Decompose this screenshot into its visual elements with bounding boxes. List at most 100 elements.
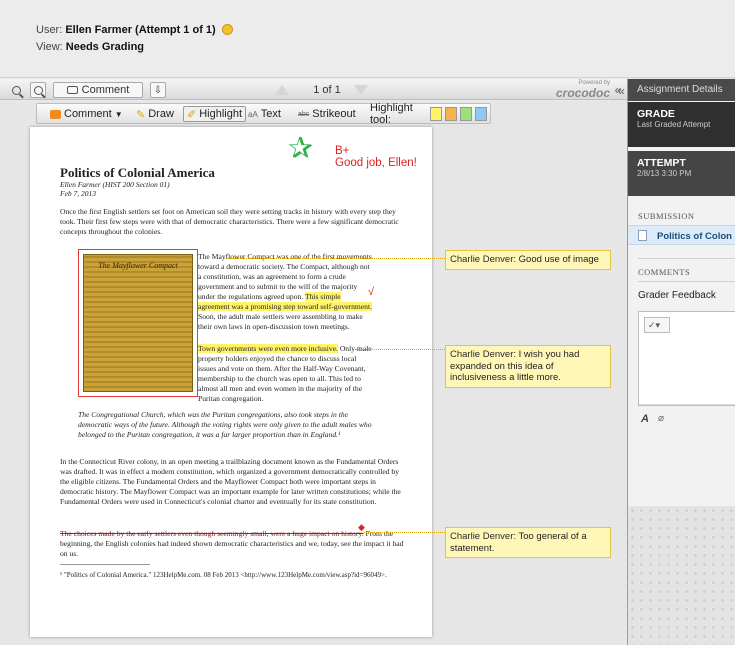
brand-label: crocodoc xyxy=(555,86,610,100)
note-author: Charlie Denver: xyxy=(450,349,516,360)
grade-panel[interactable]: GRADE Last Graded Attempt xyxy=(628,102,735,147)
image-frame: The Mayflower Compact xyxy=(83,254,193,392)
paragraph-2-text: The Mayflower Compact was one of the fir… xyxy=(198,252,372,301)
feedback-editor[interactable]: ✓▾ xyxy=(638,311,735,406)
note-author: Charlie Denver: xyxy=(450,531,516,542)
swatch-blue[interactable] xyxy=(475,107,487,121)
view-row: View: Needs Grading xyxy=(36,41,144,53)
user-row: User: Ellen Farmer (Attempt 1 of 1) xyxy=(36,24,233,36)
assignment-sidebar: Assignment Details GRADE Last Graded Att… xyxy=(618,79,735,645)
margin-note[interactable]: Charlie Denver: Too general of a stateme… xyxy=(445,527,611,558)
sidebar-collapse-icon[interactable]: « xyxy=(618,84,625,98)
comment-tool-label: Comment xyxy=(64,108,112,120)
grade-label: GRADE xyxy=(637,108,675,120)
document-icon xyxy=(638,230,647,241)
user-label: User: xyxy=(36,24,63,36)
swatch-yellow[interactable] xyxy=(430,107,443,121)
block-quote: The Congregational Church, which was the… xyxy=(78,410,372,439)
submission-heading: SUBMISSION xyxy=(638,211,695,221)
text-tool-label: Text xyxy=(260,108,281,120)
chevron-down-icon: ▼ xyxy=(114,109,123,119)
triangle-down-icon xyxy=(354,85,368,95)
comments-heading: COMMENTS xyxy=(638,267,691,277)
footnote: ¹ "Politics of Colonial America." 123Hel… xyxy=(60,571,387,579)
draw-tool-button[interactable]: ✎ Draw xyxy=(133,106,177,122)
grade-annotation[interactable]: B+ Good job, Ellen! xyxy=(335,145,417,169)
annotation-toolbar: Comment ▼ ✎ Draw ✐ Highlight aA Text abc… xyxy=(36,102,491,126)
document-date: Feb 7, 2013 xyxy=(60,189,97,198)
view-label: View: xyxy=(36,41,63,53)
zoom-out-icon xyxy=(11,85,21,95)
text-icon: aA xyxy=(248,109,258,119)
note-connector-2 xyxy=(355,349,445,350)
download-button[interactable]: ⇩ xyxy=(150,82,166,98)
page-indicator: 1 of 1 xyxy=(313,84,341,96)
document-page: Politics of Colonial America Ellen Farme… xyxy=(30,127,432,637)
paragraph-4: In the Connecticut River colony, in an o… xyxy=(60,457,401,506)
attempt-panel[interactable]: ATTEMPT 2/8/13 3:30 PM xyxy=(628,151,735,196)
mayflower-image: The Mayflower Compact xyxy=(78,249,198,397)
download-icon: ⇩ xyxy=(153,84,163,96)
note-author: Charlie Denver: xyxy=(450,254,516,265)
grader-feedback-label: Grader Feedback xyxy=(638,290,716,301)
sidebar-title: Assignment Details xyxy=(628,79,735,101)
image-caption: The Mayflower Compact xyxy=(98,261,178,270)
text-tool-button[interactable]: aA Text xyxy=(245,106,284,122)
decorative-dots xyxy=(628,506,735,645)
user-value: Ellen Farmer (Attempt 1 of 1) xyxy=(65,24,216,36)
zoom-out-button[interactable] xyxy=(8,82,24,98)
strikeout-statement[interactable]: The choices made by the early settlers e… xyxy=(60,529,364,538)
margin-note[interactable]: Charlie Denver: Good use of image xyxy=(445,250,611,270)
grade-comment: Good job, Ellen! xyxy=(335,157,417,169)
prev-page-button[interactable] xyxy=(274,82,290,98)
document-title: Politics of Colonial America xyxy=(60,165,215,180)
highlight-tool-button[interactable]: ✐ Highlight xyxy=(183,106,247,122)
attempt-date: 2/8/13 3:30 PM xyxy=(637,169,692,178)
document-author: Ellen Farmer (HIST 200 Section 01) xyxy=(60,180,170,189)
divider xyxy=(638,258,735,259)
zoom-in-icon xyxy=(33,85,43,95)
swatch-green[interactable] xyxy=(460,107,473,121)
text-format-icon[interactable]: A xyxy=(641,413,649,425)
star-drawing-icon[interactable]: ✰ xyxy=(288,134,313,164)
strikeout-icon: abc xyxy=(298,110,310,118)
comment-tool-button[interactable]: Comment ▼ xyxy=(47,106,126,122)
spellcheck-icon: ✓▾ xyxy=(648,320,661,330)
highlight-tool-caption: Highlight tool: xyxy=(370,102,413,126)
grade-sub-label: Last Graded Attempt xyxy=(637,120,711,129)
highlight-town-governments[interactable]: Town governments were even more inclusiv… xyxy=(198,344,338,353)
paragraph-2-tail: Soon, the adult male settlers were assem… xyxy=(198,312,363,331)
crocodoc-logo: Powered by crocodoc xyxy=(548,80,610,99)
pencil-icon: ✎ xyxy=(136,108,146,121)
comment-mode-label: Comment xyxy=(81,84,130,96)
divider xyxy=(638,281,735,282)
paragraph-3: Town governments were even more inclusiv… xyxy=(198,344,372,404)
margin-note[interactable]: Charlie Denver: I wish you had expanded … xyxy=(445,345,611,388)
spellcheck-button[interactable]: ✓▾ xyxy=(644,317,670,333)
highlight-tool-label: Highlight xyxy=(199,108,243,120)
checkmark-annotation[interactable]: √ xyxy=(368,286,374,298)
strikeout-tool-button[interactable]: abc Strikeout xyxy=(295,106,359,122)
highlight-color-picker: Highlight tool: xyxy=(367,102,490,126)
submission-file-name: Politics of Colon xyxy=(657,231,732,242)
strikeout-tool-label: Strikeout xyxy=(312,108,356,120)
attempt-label: ATTEMPT xyxy=(637,157,686,169)
footnote-divider xyxy=(60,564,150,565)
swatch-orange[interactable] xyxy=(445,107,458,121)
note-connector-3 xyxy=(364,532,445,533)
editor-divider xyxy=(639,404,735,405)
comment-mode-button[interactable]: Comment xyxy=(53,82,143,98)
attach-icon[interactable]: ⌀ xyxy=(658,413,664,424)
smiley-icon xyxy=(221,24,233,35)
viewer-toolbar: Comment ⇩ 1 of 1 Powered by crocodoc « xyxy=(0,79,627,100)
grading-header: User: Ellen Farmer (Attempt 1 of 1) View… xyxy=(0,0,735,78)
paragraph-1: Once the first English settlers set foot… xyxy=(60,207,399,236)
zoom-in-button[interactable] xyxy=(30,82,46,98)
view-value: Needs Grading xyxy=(65,41,145,53)
submission-file[interactable]: Politics of Colon xyxy=(628,225,735,245)
paragraph-5: The choices made by the early settlers e… xyxy=(60,529,405,559)
note-text: Good use of image xyxy=(518,254,599,265)
triangle-up-icon xyxy=(275,85,289,95)
paragraph-2: The Mayflower Compact was one of the fir… xyxy=(198,252,372,332)
next-page-button[interactable] xyxy=(353,82,369,98)
